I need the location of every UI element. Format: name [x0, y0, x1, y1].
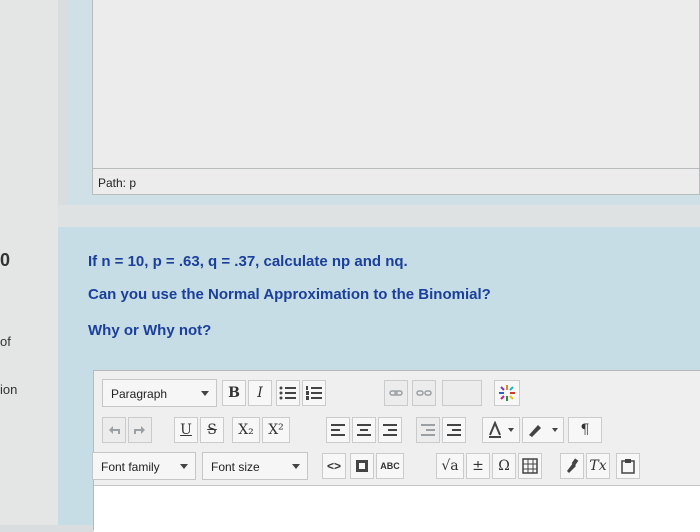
abc-label: ABC [380, 461, 400, 471]
source-code-button[interactable]: <> [322, 453, 346, 479]
media-button[interactable] [350, 453, 374, 479]
question-line-2: Can you use the Normal Approximation to … [88, 286, 491, 303]
spellcheck-button[interactable]: ABC [376, 453, 404, 479]
numbered-list-button[interactable] [302, 380, 326, 406]
unlink-icon [416, 390, 432, 396]
editor-path-bar: Path: p [93, 168, 699, 194]
font-size-label: Font size [211, 460, 260, 474]
align-right-icon [383, 424, 397, 436]
plus-minus-button[interactable]: ± [466, 453, 490, 479]
panel-separator [58, 205, 700, 227]
special-symbol-button[interactable] [494, 380, 520, 406]
superscript-button[interactable]: X² [262, 417, 290, 443]
pilcrow-label: ¶ [580, 422, 590, 438]
table-icon [522, 458, 538, 474]
highlight-icon [529, 425, 558, 437]
redo-icon [134, 426, 145, 434]
align-right-button[interactable] [378, 417, 402, 443]
numbered-list-icon [306, 386, 322, 400]
indent-button[interactable] [442, 417, 466, 443]
chevron-down-icon [180, 464, 188, 469]
toolbar-row-3: Font family Font size <> ABC √a ± Ω Tx [92, 449, 700, 485]
link-button[interactable] [384, 380, 408, 406]
text-color-icon [489, 420, 514, 438]
chevron-down-icon [292, 464, 300, 469]
paragraph-select-label: Paragraph [111, 387, 168, 401]
question-line-1: If n = 10, p = .63, q = .37, calculate n… [88, 253, 408, 270]
clear-format-button[interactable]: Tx [586, 453, 610, 479]
italic-button[interactable]: I [248, 380, 272, 406]
align-left-button[interactable] [326, 417, 350, 443]
paragraph-direction-button[interactable]: ¶ [568, 417, 602, 443]
font-size-select[interactable]: Font size [202, 452, 308, 480]
paste-text-button[interactable] [616, 453, 640, 479]
question-panel: If n = 10, p = .63, q = .37, calculate n… [58, 227, 700, 532]
undo-icon [109, 426, 120, 434]
omega-button[interactable]: Ω [492, 453, 516, 479]
font-family-select[interactable]: Font family [92, 452, 196, 480]
sparkle-icon [499, 385, 515, 401]
background-color-button[interactable] [522, 417, 564, 443]
format-painter-button[interactable] [560, 453, 584, 479]
film-icon [356, 460, 368, 472]
outdent-icon [421, 424, 435, 436]
font-family-label: Font family [101, 460, 160, 474]
brush-icon [567, 458, 579, 473]
anchor-button[interactable] [442, 380, 482, 406]
align-center-button[interactable] [352, 417, 376, 443]
bullet-list-icon [279, 386, 296, 400]
sidebar-fragment-of: of [0, 334, 11, 349]
sidebar-fragment-ion: ion [0, 382, 18, 397]
question-line-3: Why or Why not? [88, 322, 212, 339]
plus-minus-label: ± [472, 458, 484, 474]
toolbar-row-2: U S X₂ X² ¶ [94, 413, 700, 449]
chevron-down-icon [201, 391, 209, 396]
toolbar-row-1: Paragraph B I [94, 375, 700, 411]
omega-label: Ω [498, 458, 510, 474]
subscript-button[interactable]: X₂ [232, 417, 260, 443]
align-center-icon [357, 424, 371, 436]
equation-button[interactable]: √a [436, 453, 464, 479]
clipboard-icon [621, 459, 635, 474]
sqrt-label: √a [441, 458, 459, 474]
sidebar-number: 0 [0, 250, 11, 270]
bold-button[interactable]: B [222, 380, 246, 406]
previous-answer-editor[interactable]: Path: p [92, 0, 700, 195]
answer-editor: Paragraph B I U S X₂ X² ¶ Font family Fo… [92, 370, 700, 532]
strikethrough-button[interactable]: S [200, 417, 224, 443]
redo-button[interactable] [128, 417, 152, 443]
bullet-list-button[interactable] [276, 380, 300, 406]
align-left-icon [331, 424, 345, 436]
link-icon [389, 390, 403, 396]
unlink-button[interactable] [412, 380, 436, 406]
underline-button[interactable]: U [174, 417, 198, 443]
paragraph-select[interactable]: Paragraph [102, 379, 217, 407]
outdent-button[interactable] [416, 417, 440, 443]
undo-button[interactable] [102, 417, 126, 443]
table-button[interactable] [518, 453, 542, 479]
indent-icon [447, 424, 461, 436]
text-color-button[interactable] [482, 417, 520, 443]
